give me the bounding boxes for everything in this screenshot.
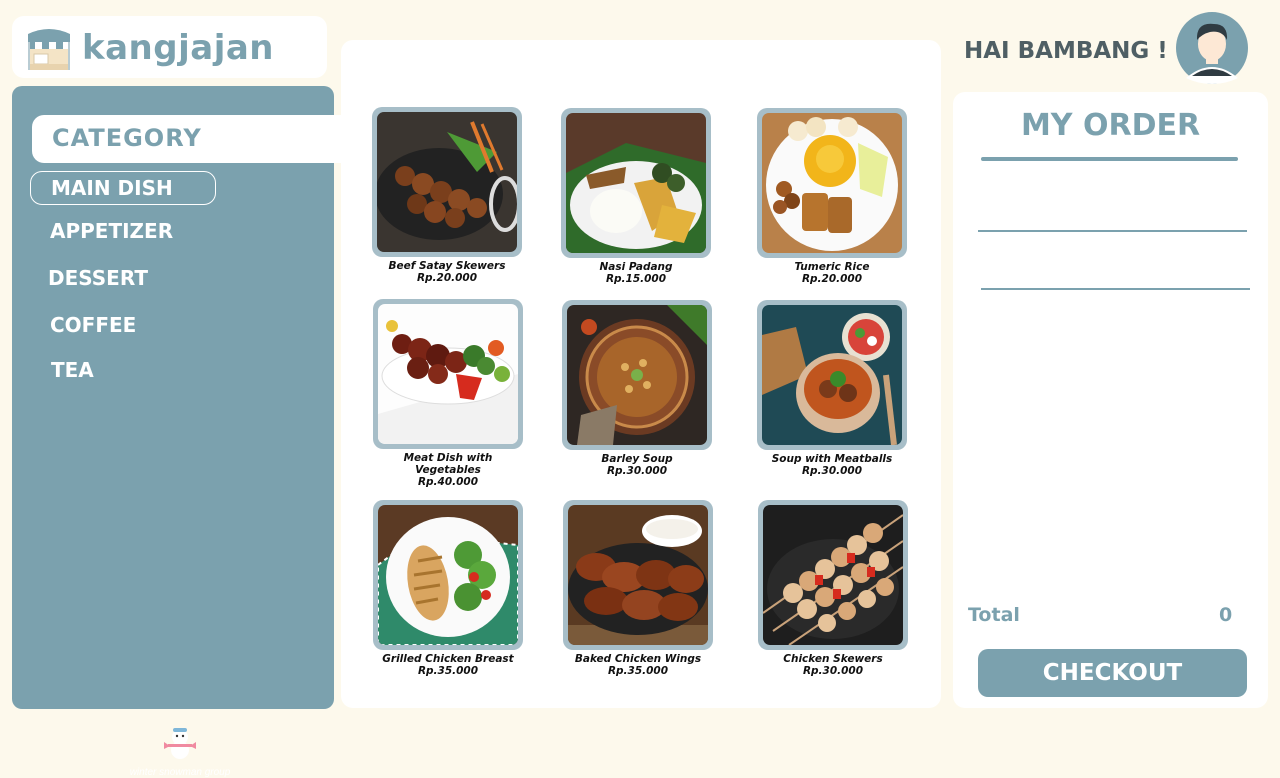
food-photo [377,112,517,252]
total-value: 0 [1219,604,1233,626]
order-panel: MY ORDER Total 0 CHECKOUT [953,92,1268,708]
menu-item-name: Tumeric Rice [794,261,870,273]
sidebar-item-dessert[interactable]: DESSERT [48,266,148,290]
menu-card-chicken-wings[interactable]: Baked Chicken Wings Rp.35.000 [563,500,713,677]
order-title: MY ORDER [1020,108,1201,143]
food-photo [762,113,902,253]
logo-box: kangjajan [12,16,327,78]
sidebar-item-main-dish[interactable]: MAIN DISH [30,171,216,205]
sidebar-item-coffee[interactable]: COFFEE [50,313,136,337]
menu-item-price: Rp.15.000 [605,273,667,285]
menu-item-name: Meat Dish with Vegetables [403,452,493,476]
brand-name: kangjajan [82,28,274,68]
menu-item-name: Grilled Chicken Breast [382,653,514,665]
category-heading-tab: CATEGORY [32,115,350,163]
greeting-text: HAI BAMBANG ! [964,38,1168,64]
menu-card-nasi-padang[interactable]: Nasi Padang Rp.15.000 [561,108,711,285]
menu-item-name: Soup with Meatballs [771,453,893,465]
menu-item-name: Chicken Skewers [783,653,883,665]
menu-item-price: Rp.20.000 [801,273,863,285]
food-stall-icon [28,29,70,70]
food-photo [763,505,903,645]
menu-item-name: Nasi Padang [599,261,673,273]
category-heading: CATEGORY [52,124,202,152]
menu-card-beef-satay[interactable]: Beef Satay Skewers Rp.20.000 [372,107,522,284]
order-row-divider [978,230,1247,232]
menu-item-price: Rp.20.000 [416,272,478,284]
menu-item-price: Rp.40.000 [417,476,479,488]
food-photo [567,305,707,445]
snowman-logo-icon [164,728,196,759]
total-label: Total [968,604,1020,626]
menu-item-price: Rp.35.000 [607,665,669,677]
menu-item-price: Rp.35.000 [417,665,479,677]
menu-card-chicken-skewers[interactable]: Chicken Skewers Rp.30.000 [758,500,908,677]
order-row-divider [981,288,1250,290]
checkout-button[interactable]: CHECKOUT [978,649,1247,697]
menu-item-price: Rp.30.000 [802,665,864,677]
footer-brand-text: winter snowman group [129,767,231,778]
sidebar-item-tea[interactable]: TEA [51,358,94,382]
menu-card-grilled-chicken[interactable]: Grilled Chicken Breast Rp.35.000 [373,500,523,677]
menu-item-name: Barley Soup [601,453,673,465]
avatar[interactable] [1176,12,1248,84]
order-title-underline [981,157,1238,161]
menu-item-price: Rp.30.000 [606,465,668,477]
sidebar-footer: winter snowman group [120,726,240,778]
food-photo [566,113,706,253]
menu-card-tumeric-rice[interactable]: Tumeric Rice Rp.20.000 [757,108,907,285]
menu-card-soup-meatballs[interactable]: Soup with Meatballs Rp.30.000 [757,300,907,477]
sidebar-item-appetizer[interactable]: APPETIZER [50,219,173,243]
sidebar-item-label: MAIN DISH [51,176,173,200]
food-photo [568,505,708,645]
menu-item-name: Beef Satay Skewers [388,260,506,272]
food-photo [378,505,518,645]
menu-card-barley-soup[interactable]: Barley Soup Rp.30.000 [562,300,712,477]
menu-item-price: Rp.30.000 [801,465,863,477]
food-photo [378,304,518,444]
food-photo [762,305,902,445]
menu-card-meat-dish[interactable]: Meat Dish with Vegetables Rp.40.000 [373,299,523,488]
menu-item-name: Baked Chicken Wings [574,653,702,665]
